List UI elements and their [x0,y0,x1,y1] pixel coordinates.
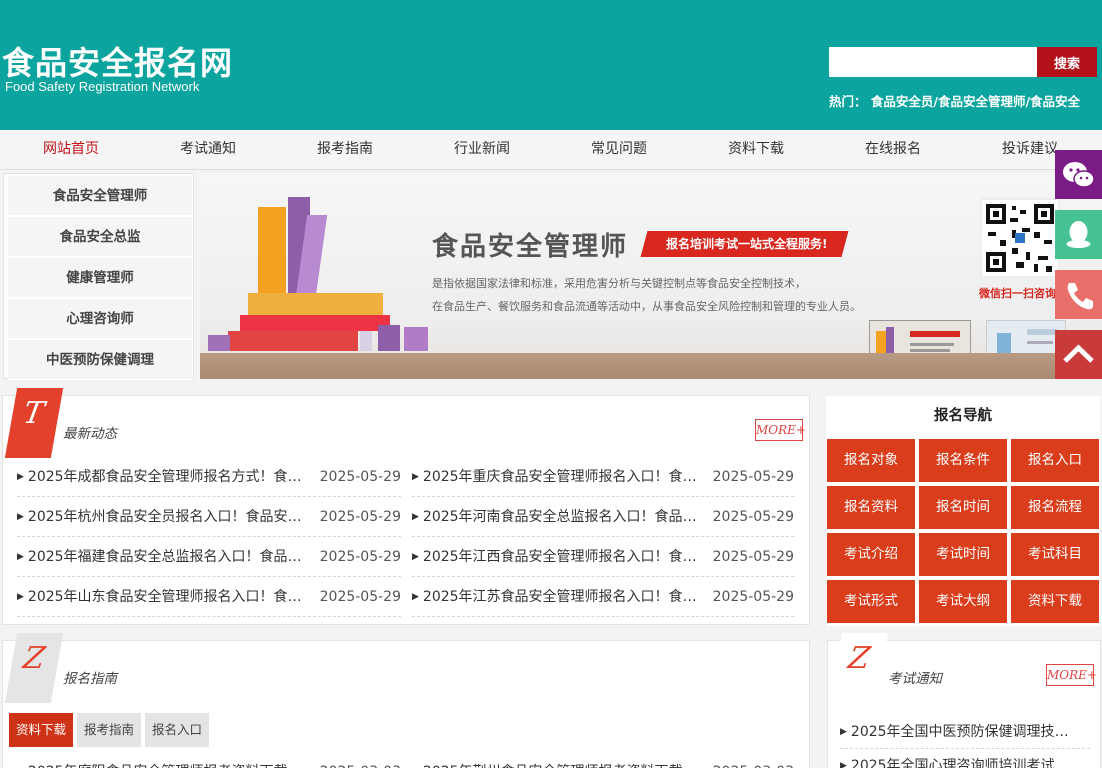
nav-faq[interactable]: 常见问题 [564,130,674,170]
news-item[interactable]: 2025年成都食品安全管理师报名方式！食品安全管理师报名2025-05-29 [17,457,401,497]
tab-signup-entry[interactable]: 报名入口 [145,713,210,747]
nav-home[interactable]: 网站首页 [16,130,126,170]
news-item[interactable]: 2025年重庆食品安全管理师报名入口！食品安全管理师报名2025-05-29 [412,457,794,497]
search-box: 搜索 [829,47,1097,77]
more-button[interactable]: MORE+ [755,419,806,441]
back-to-top-icon[interactable] [1055,330,1102,379]
registration-nav-panel: 报名导航 报名对象 报名条件 报名入口 报名资料 报名时间 报名流程 考试介绍 … [826,396,1100,626]
news-item[interactable]: 2025年杭州食品安全员报名入口！食品安全员报名条件2025-05-29 [17,497,401,537]
banner-title: 食品安全管理师 [432,232,629,262]
reg-button[interactable]: 报名流程 [1011,486,1099,529]
nav-exam-guide[interactable]: 报考指南 [290,130,400,170]
reg-button[interactable]: 报名入口 [1011,439,1099,482]
news-item[interactable]: 2025年福建食品安全总监报名入口！食品安全总监报名2025-05-29 [17,537,401,577]
hot-label: 热门： [829,94,867,109]
logo-title: 食品安全报名网 [2,44,234,82]
notice-item[interactable]: 2025年全国中医预防保健调理技术培训考试通知 [840,715,1090,749]
reg-button[interactable]: 报名资料 [827,486,915,529]
reg-button[interactable]: 资料下载 [1011,580,1099,623]
reg-button[interactable]: 考试介绍 [827,533,915,576]
category-item[interactable]: 心理咨询师 [8,299,192,339]
banner-description: 是指依据国家法律和标准，采用危害分析与关键控制点等食品安全控制技术， 在食品生产… [432,277,861,313]
news-item[interactable]: 2025年山东食品安全管理师报名入口！食品安全管理师报名2025-05-29 [17,577,401,617]
wechat-icon[interactable] [1055,150,1102,199]
latest-news-panel: T 最新动态 MORE+ 2025年成都食品安全管理师报名方式！食品安全管理师报… [2,388,810,625]
nav-downloads[interactable]: 资料下载 [701,130,811,170]
news-item[interactable]: 2025年廊阳食品安全管理师报考资料下载2025-03-03 [17,752,401,768]
banner-floor [200,353,1102,379]
nav-industry-news[interactable]: 行业新闻 [427,130,537,170]
main-nav: 网站首页 考试通知 报考指南 行业新闻 常见问题 资料下载 在线报名 投诉建议 [0,130,1102,170]
registration-nav-title: 报名导航 [934,408,992,424]
exam-notice-panel: Z 考试通知 MORE+ 2025年全国中医预防保健调理技术培训考试通知 202… [827,633,1101,768]
tab-downloads[interactable]: 资料下载 [9,713,74,747]
qr-code-icon [980,198,1060,278]
reg-button[interactable]: 报名对象 [827,439,915,482]
qq-icon[interactable] [1055,210,1102,259]
news-item[interactable]: 2025年江苏食品安全管理师报名入口！食品安全管理师报名2025-05-29 [412,577,794,617]
hot-keywords: 热门： 食品安全员/食品安全管理师/食品安全 [829,91,1099,110]
nav-exam-notice[interactable]: 考试通知 [153,130,263,170]
reg-button[interactable]: 报名条件 [919,439,1007,482]
news-item[interactable]: 2025年荆州食品安全管理师报考资料下载2025-03-03 [412,752,794,768]
search-button[interactable]: 搜索 [1037,47,1097,77]
section-title: 最新动态 [63,426,117,442]
category-menu: 食品安全管理师 食品安全总监 健康管理师 心理咨询师 中医预防保健调理 [3,173,194,380]
hero-banner[interactable]: 食品安全管理师 报名培训考试一站式全程服务! 是指依据国家法律和标准，采用危害分… [200,173,1102,379]
reg-button[interactable]: 考试大纲 [919,580,1007,623]
news-item[interactable]: 2025年江西食品安全管理师报名入口！食品安全管理师报名2025-05-29 [412,537,794,577]
section-badge: Z [4,633,64,703]
category-item[interactable]: 中医预防保健调理 [8,340,192,380]
nav-online-signup[interactable]: 在线报名 [838,130,948,170]
category-item[interactable]: 食品安全总监 [8,217,192,257]
reg-button[interactable]: 报名时间 [919,486,1007,529]
site-logo[interactable]: 食品安全报名网 Food Safety Registration Network [2,46,233,94]
phone-icon[interactable] [1055,270,1102,319]
search-input[interactable] [829,47,1037,77]
site-header: 食品安全报名网 Food Safety Registration Network… [0,0,1102,130]
logo-subtitle: Food Safety Registration Network [5,79,200,94]
category-item[interactable]: 食品安全管理师 [8,176,192,216]
tab-exam-guide[interactable]: 报考指南 [77,713,142,747]
hot-links[interactable]: 食品安全员/食品安全管理师/食品安全 [871,94,1080,109]
news-item[interactable]: 2025年河南食品安全总监报名入口！食品安全总监报名2025-05-29 [412,497,794,537]
banner-tagline: 报名培训考试一站式全程服务! [640,231,849,257]
notice-item[interactable]: 2025年全国心理咨询师培训考试报名通知 [840,749,1090,768]
section-badge: T [4,388,64,458]
section-badge: Z [829,633,889,703]
more-button[interactable]: MORE+ [1046,664,1097,686]
books-illustration [208,197,428,351]
category-item[interactable]: 健康管理师 [8,258,192,298]
section-title: 考试通知 [888,671,942,687]
registration-guide-panel: Z 报名指南 资料下载 报考指南 报名入口 2025年廊阳食品安全管理师报考资料… [2,633,810,768]
section-title: 报名指南 [63,671,117,687]
reg-button[interactable]: 考试科目 [1011,533,1099,576]
reg-button[interactable]: 考试时间 [919,533,1007,576]
reg-button[interactable]: 考试形式 [827,580,915,623]
